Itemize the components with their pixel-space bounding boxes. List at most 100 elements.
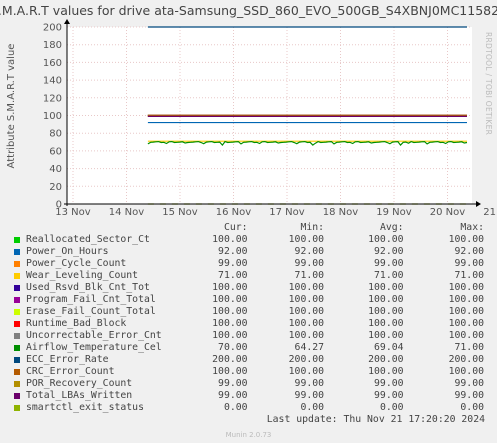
legend-avg: 69.04 — [374, 342, 404, 353]
legend-cur: 0.00 — [223, 402, 248, 413]
legend-swatch — [14, 285, 20, 291]
legend-min: 100.00 — [288, 318, 325, 329]
legend-swatch — [14, 393, 20, 399]
x-tick-labels: 13 Nov 14 Nov 15 Nov 16 Nov 17 Nov 18 Nov 19 N… — [55, 207, 497, 218]
legend-swatch — [14, 333, 20, 339]
y-axis-label: Attribute S.M.A.R.T value — [6, 44, 17, 169]
x-tick-label: 15 Nov — [162, 207, 198, 218]
legend-swatch — [14, 297, 20, 303]
legend-name: ECC_Error_Rate — [26, 354, 109, 365]
legend-avg: 0.00 — [379, 402, 404, 413]
x-tick-label: 17 Nov — [269, 207, 305, 218]
legend-min: 100.00 — [288, 306, 325, 317]
legend-avg: 200.00 — [368, 354, 404, 365]
legend-name: CRC_Error_Count — [26, 366, 115, 377]
legend-row: CRC_Error_Count 100.00 100.00 100.00 100.00 — [14, 366, 484, 378]
legend-min: 99.00 — [294, 378, 325, 389]
legend-cur: 99.00 — [218, 378, 248, 389]
legend-swatch — [14, 261, 20, 267]
y-axis-arrow — [64, 19, 70, 24]
legend-name: POR_Recovery_Count — [26, 378, 133, 389]
legend-max: 100.00 — [448, 366, 484, 377]
legend-min: 100.00 — [288, 282, 325, 293]
legend-min: 0.00 — [300, 402, 325, 413]
y-tick-labels: 020406080100120140160180200 — [43, 23, 62, 211]
legend-cur: 200.00 — [212, 354, 248, 365]
legend-name: Runtime_Bad_Block — [26, 318, 127, 329]
legend-row: Reallocated_Sector_Ct 100.00 100.00 100.00 1… — [14, 234, 484, 246]
legend-max: 100.00 — [448, 234, 484, 245]
legend-max: 0.00 — [460, 402, 484, 413]
legend-min: 71.00 — [294, 270, 325, 281]
legend-name: Reallocated_Sector_Ct — [26, 234, 150, 245]
legend-swatch — [14, 345, 20, 351]
legend-avg: 99.00 — [374, 390, 404, 401]
legend-cur: 100.00 — [212, 294, 248, 305]
legend-swatch — [14, 381, 20, 387]
legend-name: Erase_Fail_Count_Total — [26, 306, 156, 317]
legend-avg: 99.00 — [374, 378, 404, 389]
y-tick-label: 80 — [49, 129, 62, 140]
x-tick-label: 16 Nov — [216, 207, 252, 218]
legend-swatch — [14, 273, 20, 279]
legend-cur: 100.00 — [212, 318, 248, 329]
y-tick-label: 20 — [49, 182, 62, 193]
legend-avg: 100.00 — [368, 234, 404, 245]
legend-cur: 70.00 — [218, 342, 248, 353]
legend-swatch — [14, 249, 20, 255]
smart-values-chart: S.M.A.R.T values for drive ata-Samsung_S… — [0, 3, 497, 218]
legend-header-avg: Avg: — [379, 222, 404, 233]
legend-cur: 100.00 — [212, 306, 248, 317]
legend-cur: 100.00 — [212, 234, 248, 245]
legend-min: 100.00 — [288, 366, 325, 377]
y-tick-label: 120 — [43, 93, 62, 104]
legend-name: smartctl_exit_status — [26, 402, 144, 413]
legend-min: 92.00 — [294, 246, 325, 257]
legend-min: 99.00 — [294, 258, 325, 269]
y-tick-label: 180 — [43, 40, 62, 51]
x-tick-label: 20 Nov — [430, 207, 466, 218]
legend-max: 200.00 — [448, 354, 484, 365]
legend-name: Power_Cycle_Count — [26, 258, 127, 269]
legend-swatch — [14, 237, 20, 243]
legend-min: 100.00 — [288, 294, 325, 305]
legend-cur: 99.00 — [218, 390, 248, 401]
legend-name: Used_Rsvd_Blk_Cnt_Tot — [26, 282, 150, 293]
legend-name: Total_LBAs_Written — [26, 390, 133, 401]
legend-min: 99.00 — [294, 390, 325, 401]
legend-avg: 99.00 — [374, 258, 404, 269]
legend-avg: 100.00 — [368, 306, 404, 317]
y-tick-label: 40 — [49, 164, 62, 175]
legend-name: Wear_Leveling_Count — [26, 270, 139, 281]
legend-cur: 92.00 — [218, 246, 248, 257]
legend-max: 99.00 — [454, 390, 485, 401]
last-update: Last update: Thu Nov 21 17:20:20 2024 — [266, 414, 485, 425]
legend-max: 92.00 — [454, 246, 485, 257]
legend-max: 71.00 — [454, 342, 485, 353]
munin-version: Munin 2.0.73 — [225, 431, 272, 439]
legend-swatch — [14, 357, 20, 363]
legend-avg: 100.00 — [368, 294, 404, 305]
legend-table: Cur: Min: Avg: Max: Reallocated_Sector_C… — [14, 222, 484, 414]
x-tick-label: 19 Nov — [376, 207, 412, 218]
legend-max: 100.00 — [448, 282, 484, 293]
legend-swatch — [14, 321, 20, 327]
legend-avg: 100.00 — [368, 366, 404, 377]
legend-row: Power_Cycle_Count 99.00 99.00 99.00 99.00 — [14, 258, 484, 270]
legend-name: Power_On_Hours — [26, 246, 109, 257]
legend-row: ECC_Error_Rate 200.00 200.00 200.00 200.00 — [14, 354, 484, 366]
legend-max: 100.00 — [448, 318, 484, 329]
legend-row: Total_LBAs_Written 99.00 99.00 99.00 99.00 — [14, 390, 484, 402]
legend-min: 200.00 — [288, 354, 325, 365]
legend-row: Used_Rsvd_Blk_Cnt_Tot 100.00 100.00 100.00 1… — [14, 282, 484, 294]
legend-min: 100.00 — [288, 234, 325, 245]
legend-max: 99.00 — [454, 258, 485, 269]
legend-max: 100.00 — [448, 306, 484, 317]
legend-row: Runtime_Bad_Block 100.00 100.00 100.00 100.0… — [14, 318, 484, 330]
legend-max: 100.00 — [448, 330, 484, 341]
y-tick-label: 140 — [43, 76, 62, 87]
legend-cur: 100.00 — [212, 366, 248, 377]
chart-title: S.M.A.R.T values for drive ata-Samsung_S… — [0, 3, 497, 18]
legend-row: Power_On_Hours 92.00 92.00 92.00 92.00 — [14, 246, 484, 258]
legend-avg: 92.00 — [374, 246, 404, 257]
